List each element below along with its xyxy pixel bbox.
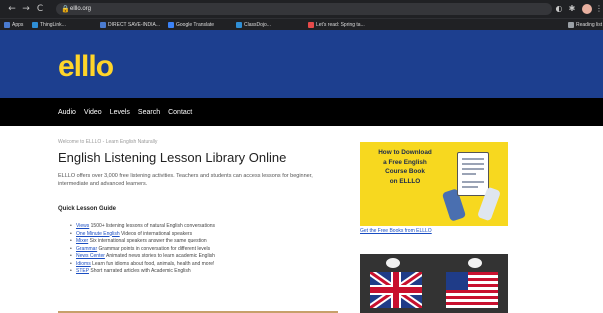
us-flag-icon <box>446 272 498 308</box>
guide-link-one-minute-english[interactable]: One Minute English <box>76 231 120 237</box>
list-item: • News Center Animated news stories to le… <box>70 253 215 259</box>
guide-description: Grammar points in conversation for diffe… <box>97 245 211 252</box>
lock-icon: 🔒 <box>61 5 70 13</box>
bookmarks-bar: Apps ThingLink... DIRECT SAVE-INDIA... G… <box>0 18 603 30</box>
flags-image-card[interactable] <box>360 254 508 313</box>
browser-toolbar: ← → C 🔒 elllo.org ◐ ✱ ⋮ <box>0 0 603 18</box>
bookmark-label: ClassDojo... <box>244 22 271 28</box>
reading-list-icon <box>568 22 574 28</box>
site-header: elllo <box>0 30 603 98</box>
intro-paragraph: ELLLO offers over 3,000 free listening a… <box>58 173 313 187</box>
uk-flag-icon <box>370 272 422 308</box>
quick-guide-heading: Quick Lesson Guide <box>58 206 117 212</box>
address-url[interactable]: elllo.org <box>70 3 91 15</box>
apps-grid-icon <box>4 22 10 28</box>
list-item: • One Minute English Videos of internatio… <box>70 230 193 237</box>
list-item: • Grammar Grammar points in conversation … <box>70 245 211 252</box>
nav-search[interactable]: Search <box>138 109 160 116</box>
guide-link-views[interactable]: Views <box>76 223 89 229</box>
bookmark-favicon-icon <box>168 22 174 28</box>
bookmark-favicon-icon <box>236 22 242 28</box>
guide-link-idioms[interactable]: Idioms <box>76 261 91 267</box>
guide-description: Learn fun idioms about food, animals, he… <box>90 260 215 267</box>
nav-video[interactable]: Video <box>84 109 102 116</box>
guide-description: Six international speakers answer the sa… <box>88 238 207 244</box>
bookmark-favicon-icon <box>308 22 314 28</box>
extension-icon[interactable]: ◐ <box>554 3 564 15</box>
nav-contact[interactable]: Contact <box>168 109 192 116</box>
guide-link-grammar[interactable]: Grammar <box>76 246 97 252</box>
course-book-promo-banner[interactable]: How to Download a Free English Course Bo… <box>360 142 508 226</box>
address-bar[interactable]: 🔒 elllo.org <box>56 3 552 15</box>
puzzle-icon[interactable]: ✱ <box>567 3 577 15</box>
bookmark-label: Let's read: Spring ta... <box>316 22 365 28</box>
nav-levels[interactable]: Levels <box>110 109 130 116</box>
guide-description: Short narrated articles with Academic En… <box>88 268 191 274</box>
list-item: • STEP Short narrated articles with Acade… <box>70 268 191 274</box>
guide-description: Animated news stories to learn academic … <box>104 253 215 259</box>
guide-link-mixer[interactable]: Mixer <box>76 238 88 244</box>
bookmark-label: Apps <box>12 22 24 28</box>
breadcrumb: Welcome to ELLLO - Learn English Natural… <box>58 139 158 145</box>
bookmark-favicon-icon <box>32 22 38 28</box>
speech-bubble-icon <box>468 258 482 268</box>
bookmark-label: DIRECT SAVE-INDIA... <box>108 22 161 28</box>
reload-icon[interactable]: C <box>34 3 46 15</box>
list-item: • Views 1500+ listening lessons of natura… <box>70 223 216 229</box>
menu-icon[interactable]: ⋮ <box>594 3 603 15</box>
free-books-link[interactable]: Get the Free Books from ELLLO <box>360 228 432 234</box>
back-icon[interactable]: ← <box>6 3 18 15</box>
list-item: • Idioms Learn fun idioms about food, ani… <box>70 260 215 267</box>
guide-description: Videos of international speakers <box>119 230 193 237</box>
guide-description: 1500+ listening lessons of natural Engli… <box>89 223 216 229</box>
speech-bubble-icon <box>386 258 400 268</box>
bookmark-favicon-icon <box>100 22 106 28</box>
forward-icon[interactable]: → <box>20 3 32 15</box>
list-item: • Mixer Six international speakers answer… <box>70 238 207 244</box>
bookmark-label: Google Translate <box>176 22 215 28</box>
guide-link-step[interactable]: STEP <box>76 268 89 274</box>
quick-guide-list: • Views 1500+ listening lessons of natura… <box>70 223 330 276</box>
profile-avatar[interactable] <box>582 4 592 14</box>
promo-text: How to Download a Free English Course Bo… <box>378 149 432 185</box>
book-illustration <box>457 152 489 196</box>
site-nav: Audio Video Levels Search Contact <box>0 98 603 126</box>
bookmark-label: ThingLink... <box>40 22 66 28</box>
reading-list-label: Reading list <box>576 22 603 28</box>
site-logo[interactable]: elllo <box>58 50 114 84</box>
page-title: English Listening Lesson Library Online <box>58 150 287 165</box>
main-content: Welcome to ELLLO - Learn English Natural… <box>58 126 348 313</box>
guide-link-news-center[interactable]: News Center <box>76 253 105 259</box>
nav-audio[interactable]: Audio <box>58 109 76 116</box>
